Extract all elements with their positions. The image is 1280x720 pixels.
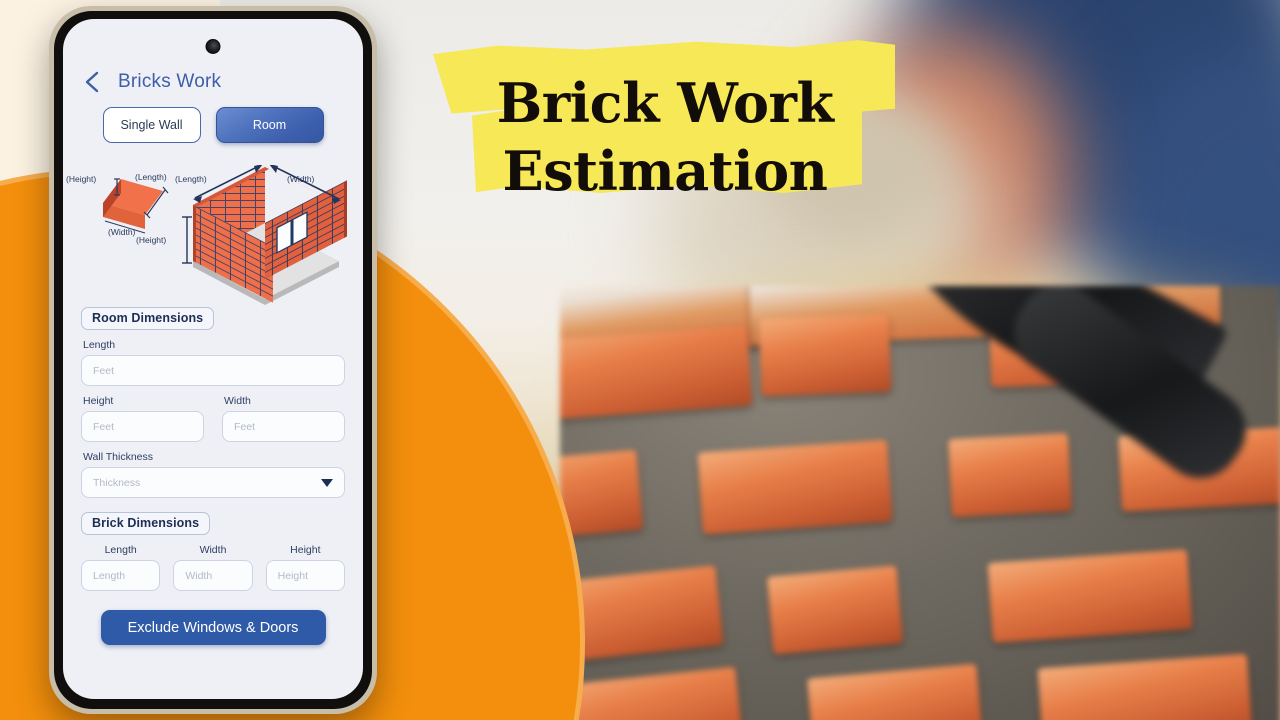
- app-header: Bricks Work: [63, 59, 363, 105]
- room-dimensions-heading: Room Dimensions: [81, 307, 215, 330]
- photo-brick: [987, 549, 1193, 643]
- brick-dimensions-row: Length Width Height: [81, 535, 345, 591]
- tab-room[interactable]: Room: [215, 107, 324, 143]
- photo-brick-wall: [560, 286, 1280, 720]
- chevron-left-icon[interactable]: [79, 69, 105, 95]
- wall-thickness-label: Wall Thickness: [83, 451, 154, 463]
- room-height-label: (Height): [136, 235, 167, 245]
- room-height-input[interactable]: [81, 411, 204, 442]
- room-width-input[interactable]: [222, 411, 345, 442]
- mode-toggle-group: Single Wall Room: [63, 107, 363, 143]
- brick-width-label: (Width): [108, 227, 136, 237]
- room-length-label: (Length): [175, 174, 207, 184]
- photo-brick: [766, 565, 904, 655]
- brick-length-input[interactable]: [81, 560, 161, 591]
- exclude-windows-doors-button[interactable]: Exclude Windows & Doors: [100, 610, 326, 645]
- dimension-diagram: (Height) (Length) (Width) (Length) (Widt…: [63, 157, 363, 309]
- poster-title-block: Brick Work Estimation: [430, 32, 900, 202]
- tab-single-wall[interactable]: Single Wall: [102, 107, 201, 143]
- room-diagram: [182, 165, 347, 305]
- room-height-group: Height: [81, 386, 204, 442]
- room-width-label: (Width): [287, 174, 315, 184]
- brick-height-input[interactable]: [265, 560, 345, 591]
- brick-length-label: (Length): [135, 172, 167, 182]
- brick-width-label: Width: [199, 544, 227, 556]
- poster-title-line-1: Brick Work: [496, 71, 834, 135]
- photo-brick: [560, 449, 644, 543]
- photo-brick: [697, 439, 893, 535]
- front-camera-icon: [205, 39, 221, 54]
- photo-brick: [948, 432, 1072, 518]
- wall-thickness-select-wrap: [81, 467, 345, 498]
- room-width-label: Width: [224, 395, 251, 407]
- brick-height-label: (Height): [66, 174, 97, 184]
- brick-length-label: Length: [104, 544, 137, 556]
- room-height-label: Height: [83, 395, 114, 407]
- room-width-group: Width: [222, 386, 345, 442]
- phone-bezel: Bricks Work Single Wall Room (Height) (L…: [54, 11, 372, 709]
- poster-title-line-2: Estimation: [502, 139, 828, 203]
- brick-width-input[interactable]: [173, 560, 253, 591]
- brick-width-group: Width: [173, 535, 253, 591]
- room-height-width-row: Height Width: [81, 386, 345, 442]
- brick-dimensions-heading: Brick Dimensions: [81, 512, 211, 535]
- brick-length-group: Length: [81, 535, 161, 591]
- phone-screen: Bricks Work Single Wall Room (Height) (L…: [63, 19, 363, 699]
- poster-canvas: Brick Work Estimation Bricks Work Single…: [0, 0, 1280, 720]
- photo-brick: [758, 313, 892, 397]
- page-title: Bricks Work: [118, 71, 222, 92]
- wall-thickness-select[interactable]: [81, 467, 345, 498]
- estimation-form: Room Dimensions Length Height Width Wall…: [63, 307, 363, 645]
- brick-height-label: Height: [290, 544, 321, 556]
- brick-height-group: Height: [265, 535, 345, 591]
- phone-mockup: Bricks Work Single Wall Room (Height) (L…: [49, 6, 377, 714]
- room-length-label: Length: [83, 339, 116, 351]
- room-length-input[interactable]: [81, 355, 345, 386]
